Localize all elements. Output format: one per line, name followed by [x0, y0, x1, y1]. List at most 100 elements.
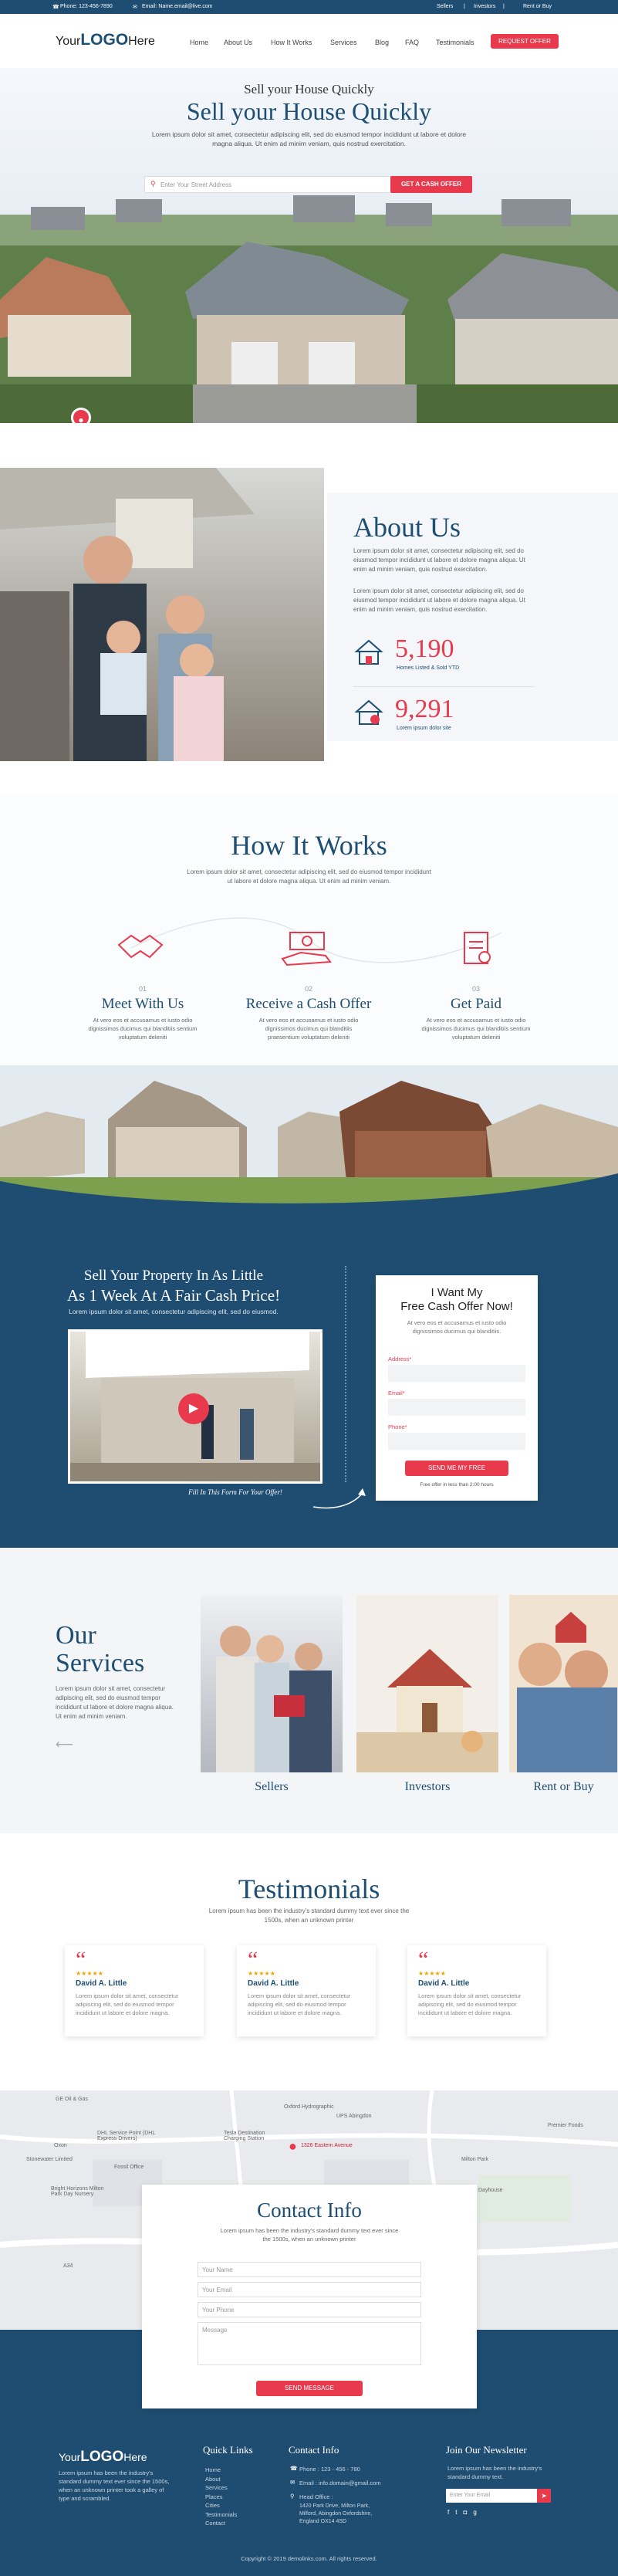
- quick-link-contact[interactable]: Contact: [205, 2519, 237, 2528]
- address-input[interactable]: ⚲ Enter Your Street Address: [144, 176, 391, 193]
- testimonial-name: David A. Little: [248, 1979, 299, 1988]
- stat-homes-label: Homes Listed & Sold YTD: [397, 665, 460, 671]
- service-sellers-label[interactable]: Sellers: [201, 1780, 343, 1794]
- topbar-link-rent-or-buy[interactable]: Rent or Buy: [523, 4, 552, 9]
- copyright: Copyright © 2019 demolinks.com. All righ…: [241, 2555, 377, 2562]
- quick-link-cities[interactable]: Cities: [205, 2501, 237, 2510]
- map-place: Milton Park: [461, 2157, 489, 2162]
- form-caption: Fill In This Form For Your Offer!: [188, 1488, 282, 1496]
- newsletter-title: Join Our Newsletter: [446, 2444, 527, 2456]
- service-investors-label[interactable]: Investors: [356, 1780, 498, 1794]
- cash-hand-icon: [281, 932, 332, 966]
- google-plus-icon[interactable]: g: [473, 2509, 482, 2516]
- offer-form-card: I Want My Free Cash Offer Now! At vero e…: [376, 1275, 538, 1501]
- quick-links-list: Home About Services Places Cities Testim…: [205, 2466, 237, 2528]
- newsletter-text: Lorem ipsum has been the industry's stan…: [447, 2465, 542, 2480]
- house-hand-icon: [354, 699, 383, 725]
- nav-home[interactable]: Home: [190, 39, 208, 46]
- footer-logo-here: Here: [123, 2451, 147, 2463]
- testimonial-name: David A. Little: [76, 1979, 127, 1988]
- contact-phone-input[interactable]: Your Phone: [198, 2302, 421, 2317]
- request-offer-button[interactable]: REQUEST OFFER: [491, 34, 559, 49]
- map-place: Stonewater Limited: [26, 2157, 73, 2162]
- newsletter-send-icon[interactable]: ➤: [537, 2489, 551, 2503]
- handshake-icon: [117, 934, 164, 959]
- footer-mail-icon: ✉: [290, 2479, 295, 2486]
- footer-logo[interactable]: YourLOGOHere: [59, 2449, 147, 2466]
- play-icon[interactable]: ▶: [178, 1393, 209, 1424]
- how-text: Lorem ipsum dolor sit amet, consectetur …: [187, 868, 431, 885]
- sell-video-image[interactable]: ▶: [68, 1329, 323, 1484]
- logo-your: Your: [56, 35, 81, 48]
- nav-services[interactable]: Services: [330, 39, 357, 46]
- about-title: About Us: [353, 512, 461, 543]
- hero-section: Sell your House Quickly Sell your House …: [0, 68, 618, 423]
- step-2-text: At vero eos et accusamus et iusto odio d…: [258, 1017, 359, 1041]
- offer-form-title-2: Free Cash Offer Now!: [400, 1300, 513, 1313]
- contact-name-input[interactable]: Your Name: [198, 2262, 421, 2277]
- map-pin-icon[interactable]: ●: [289, 2138, 297, 2155]
- service-investors-image[interactable]: [356, 1595, 498, 1772]
- logo-logo: LOGO: [80, 31, 129, 49]
- quote-icon: “: [248, 1947, 258, 1972]
- get-cash-offer-button[interactable]: GET A CASH OFFER: [390, 176, 472, 193]
- nav-about-us[interactable]: About Us: [224, 39, 252, 46]
- nav-testimonials[interactable]: Testimonials: [436, 39, 474, 46]
- testimonial-card: “ ★★★★★ David A. Little Lorem ipsum dolo…: [237, 1945, 376, 2036]
- footer-office-address: 1420 Park Drive, Milton Park, Milford, A…: [299, 2503, 373, 2524]
- offer-email-input[interactable]: [388, 1399, 525, 1416]
- contact-email-input[interactable]: Your Email: [198, 2282, 421, 2297]
- newsletter-email-input[interactable]: Enter Your Email: [446, 2489, 537, 2503]
- testimonial-text: Lorem ipsum dolor sit amet, consectetur …: [248, 1992, 351, 2016]
- facebook-icon[interactable]: f: [447, 2509, 455, 2516]
- nav-how-it-works[interactable]: How It Works: [271, 39, 312, 46]
- instagram-icon[interactable]: ◘: [463, 2509, 473, 2516]
- map-place: Oxford Hydrographic: [284, 2104, 334, 2110]
- top-bar: ☎ Phone: 123-456-7890 ✉ Email: Name.emai…: [0, 0, 618, 14]
- rating-stars: ★★★★★: [248, 1970, 275, 1977]
- service-sellers-image[interactable]: [201, 1595, 343, 1772]
- footer-email: Email : info.domain@gmail.com: [299, 2480, 381, 2486]
- chat-icon[interactable]: ●: [71, 408, 91, 423]
- nav-faq[interactable]: FAQ: [405, 39, 419, 46]
- map-place: DHL Service Point (DHL Express Drivers): [97, 2131, 155, 2141]
- topbar-link-investors[interactable]: Investors: [474, 4, 495, 9]
- logo[interactable]: YourLOGOHere: [56, 31, 155, 49]
- service-rent-or-buy-image[interactable]: [509, 1595, 618, 1772]
- quick-link-testimonials[interactable]: Testimonials: [205, 2510, 237, 2520]
- contact-card: Contact Info Lorem ipsum has been the in…: [142, 2185, 477, 2408]
- map-place: Premier Foods: [548, 2123, 583, 2128]
- topbar-phone: Phone: 123-456-7890: [60, 4, 113, 9]
- quick-link-about[interactable]: About: [205, 2475, 237, 2484]
- site-header: YourLOGOHere Home About Us How It Works …: [0, 14, 618, 68]
- map-place: Dayhouse: [478, 2188, 503, 2193]
- address-placeholder: Enter Your Street Address: [160, 181, 232, 188]
- quick-link-home[interactable]: Home: [205, 2466, 237, 2475]
- map-place: Tesla Destination Charging Station: [224, 2131, 265, 2141]
- nav-blog[interactable]: Blog: [375, 39, 389, 46]
- quick-link-services[interactable]: Services: [205, 2483, 237, 2493]
- send-message-button[interactable]: SEND MESSAGE: [256, 2381, 363, 2396]
- location-pin-icon: ⚲: [150, 180, 156, 188]
- quick-links-title: Quick Links: [203, 2444, 253, 2456]
- offer-address-input[interactable]: [388, 1365, 525, 1382]
- quick-link-places[interactable]: Places: [205, 2493, 237, 2502]
- testimonial-name: David A. Little: [418, 1979, 470, 1988]
- twitter-icon[interactable]: t: [455, 2509, 463, 2516]
- contact-message-input[interactable]: Message: [198, 2322, 421, 2365]
- offer-note: Free offer in less than 2:00 hours: [420, 1482, 494, 1488]
- sell-text: Lorem ipsum dolor sit amet, consectetur …: [69, 1308, 279, 1315]
- footer-office-label: Head Office :: [299, 2493, 333, 2500]
- arrow-left-icon[interactable]: ⟵: [56, 1737, 73, 1752]
- send-free-offer-button[interactable]: SEND ME MY FREE: [405, 1461, 508, 1476]
- service-rent-or-buy-label[interactable]: Rent or Buy: [509, 1780, 618, 1794]
- footer-logo-logo: LOGO: [80, 2449, 124, 2465]
- map-place: A34: [63, 2263, 73, 2269]
- topbar-link-sellers[interactable]: Sellers: [437, 4, 453, 9]
- quote-icon: “: [76, 1947, 86, 1972]
- about-content: About Us Lorem ipsum dolor sit amet, con…: [327, 493, 618, 741]
- stat-second-label: Lorem ipsum dolor site: [397, 726, 451, 731]
- phone-icon: ☎: [52, 5, 59, 10]
- map-place: UPS Abingdon: [336, 2114, 372, 2119]
- offer-phone-input[interactable]: [388, 1433, 525, 1450]
